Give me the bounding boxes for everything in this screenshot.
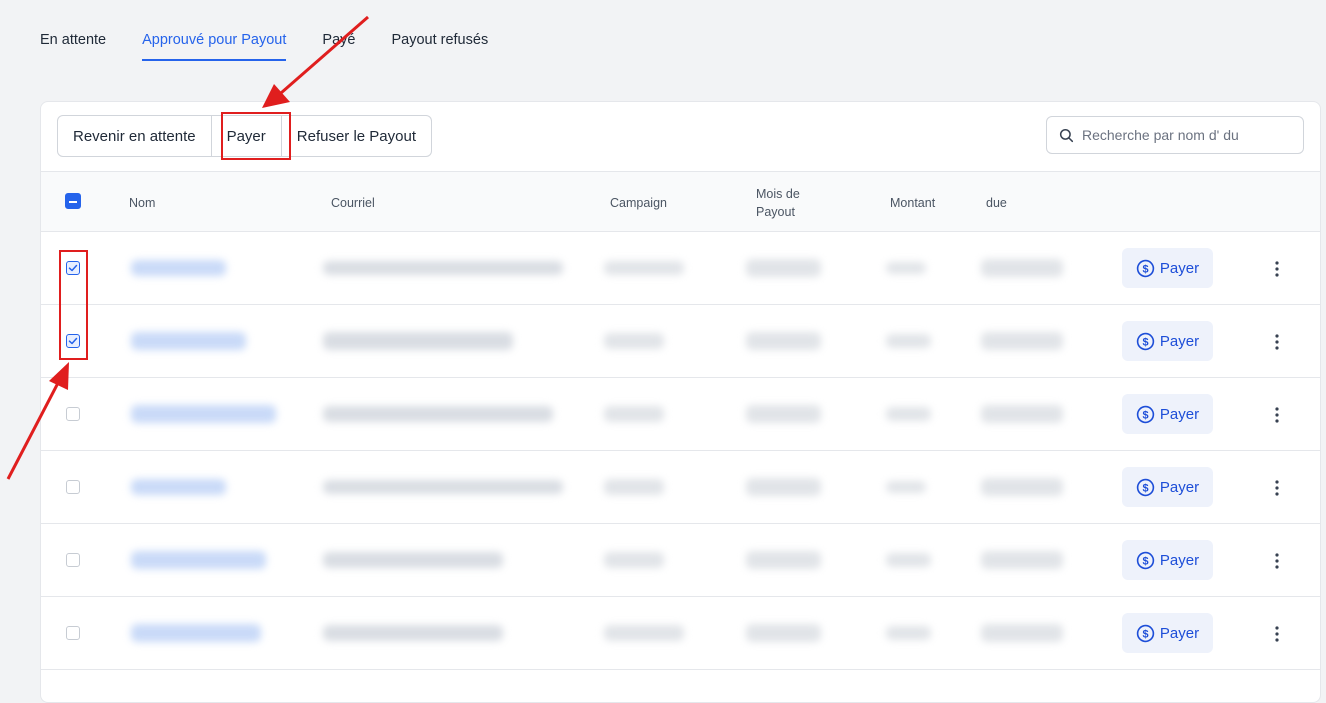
bulk-action-toolbar: Revenir en attente Payer Refuser le Payo… [57,115,432,159]
table-row: $ Payer [41,232,1320,305]
row-select-checkbox[interactable] [66,334,80,348]
header-campaign[interactable]: Campaign [610,172,667,233]
tab-paye[interactable]: Payé [322,0,355,62]
blurred-due [981,332,1063,350]
blurred-payout-month [746,478,821,496]
kebab-menu-icon[interactable] [1267,477,1287,499]
row-pay-button[interactable]: $ Payer [1122,613,1213,653]
tab-en-attente[interactable]: En attente [40,0,106,62]
blurred-name [131,332,246,350]
table-row: $ Payer [41,597,1320,670]
table-header: Nom Courriel Campaign Mois de Payout Mon… [41,171,1320,232]
blurred-name [131,624,261,642]
blurred-amount [886,262,926,274]
row-select-checkbox[interactable] [66,480,80,494]
blurred-name [131,551,266,569]
blurred-campaign [604,479,664,495]
blurred-name [131,260,226,276]
row-pay-label: Payer [1159,405,1200,423]
blurred-amount [886,481,926,493]
dollar-circle-icon: $ [1136,405,1155,424]
svg-text:$: $ [1142,482,1148,494]
blurred-payout-month [746,332,821,350]
blurred-amount [886,626,931,640]
revert-to-pending-button[interactable]: Revenir en attente [57,115,212,157]
bulk-pay-button[interactable]: Payer [211,115,282,157]
blurred-campaign [604,552,664,568]
header-payout-month[interactable]: Mois de Payout [756,172,816,233]
header-email[interactable]: Courriel [331,172,375,233]
kebab-menu-icon[interactable] [1267,404,1287,426]
table-row: $ Payer [41,378,1320,451]
row-select-checkbox[interactable] [66,626,80,640]
svg-text:$: $ [1142,409,1148,421]
header-name[interactable]: Nom [129,172,155,233]
blurred-name [131,479,226,495]
blurred-due [981,624,1063,642]
svg-text:$: $ [1142,628,1148,640]
row-pay-button[interactable]: $ Payer [1122,321,1213,361]
blurred-payout-month [746,259,821,277]
header-amount[interactable]: Montant [890,172,935,233]
dollar-circle-icon: $ [1136,332,1155,351]
tab-payout-refuses[interactable]: Payout refusés [391,0,488,62]
kebab-menu-icon[interactable] [1267,623,1287,645]
row-pay-button[interactable]: $ Payer [1122,394,1213,434]
select-all-checkbox[interactable] [65,193,81,209]
payout-table-card: Revenir en attente Payer Refuser le Payo… [40,101,1321,703]
blurred-email [323,261,563,275]
blurred-campaign [604,625,684,641]
blurred-amount [886,334,931,348]
search-icon [1059,128,1074,143]
row-pay-button[interactable]: $ Payer [1122,467,1213,507]
blurred-payout-month [746,551,821,569]
row-pay-label: Payer [1159,332,1200,350]
blurred-campaign [604,406,664,422]
dollar-circle-icon: $ [1136,478,1155,497]
row-pay-label: Payer [1159,624,1200,642]
tab-approuve-pour-payout[interactable]: Approuvé pour Payout [142,0,287,62]
blurred-email [323,552,503,568]
kebab-menu-icon[interactable] [1267,331,1287,353]
blurred-amount [886,553,931,567]
table-row: $ Payer [41,451,1320,524]
blurred-name [131,405,276,423]
blurred-campaign [604,261,684,275]
blurred-due [981,259,1063,277]
blurred-payout-month [746,405,821,423]
search-input[interactable] [1080,126,1284,144]
blurred-amount [886,407,931,421]
dollar-circle-icon: $ [1136,624,1155,643]
svg-text:$: $ [1142,555,1148,567]
row-select-checkbox[interactable] [66,407,80,421]
row-pay-label: Payer [1159,259,1200,277]
blurred-payout-month [746,624,821,642]
row-select-checkbox[interactable] [66,261,80,275]
search-box [1046,116,1304,154]
blurred-email [323,332,513,350]
dollar-circle-icon: $ [1136,259,1155,278]
blurred-email [323,625,503,641]
refuse-payout-button[interactable]: Refuser le Payout [281,115,432,157]
header-due[interactable]: due [986,172,1007,233]
row-select-checkbox[interactable] [66,553,80,567]
svg-text:$: $ [1142,263,1148,275]
blurred-due [981,478,1063,496]
svg-text:$: $ [1142,336,1148,348]
row-pay-button[interactable]: $ Payer [1122,248,1213,288]
blurred-due [981,551,1063,569]
table-row: $ Payer [41,524,1320,597]
blurred-due [981,405,1063,423]
table-row: $ Payer [41,305,1320,378]
blurred-campaign [604,333,664,349]
blurred-email [323,406,553,422]
row-pay-button[interactable]: $ Payer [1122,540,1213,580]
payout-tabs: En attente Approuvé pour Payout Payé Pay… [40,0,524,62]
row-pay-label: Payer [1159,551,1200,569]
kebab-menu-icon[interactable] [1267,550,1287,572]
kebab-menu-icon[interactable] [1267,258,1287,280]
row-pay-label: Payer [1159,478,1200,496]
blurred-email [323,480,563,494]
dollar-circle-icon: $ [1136,551,1155,570]
